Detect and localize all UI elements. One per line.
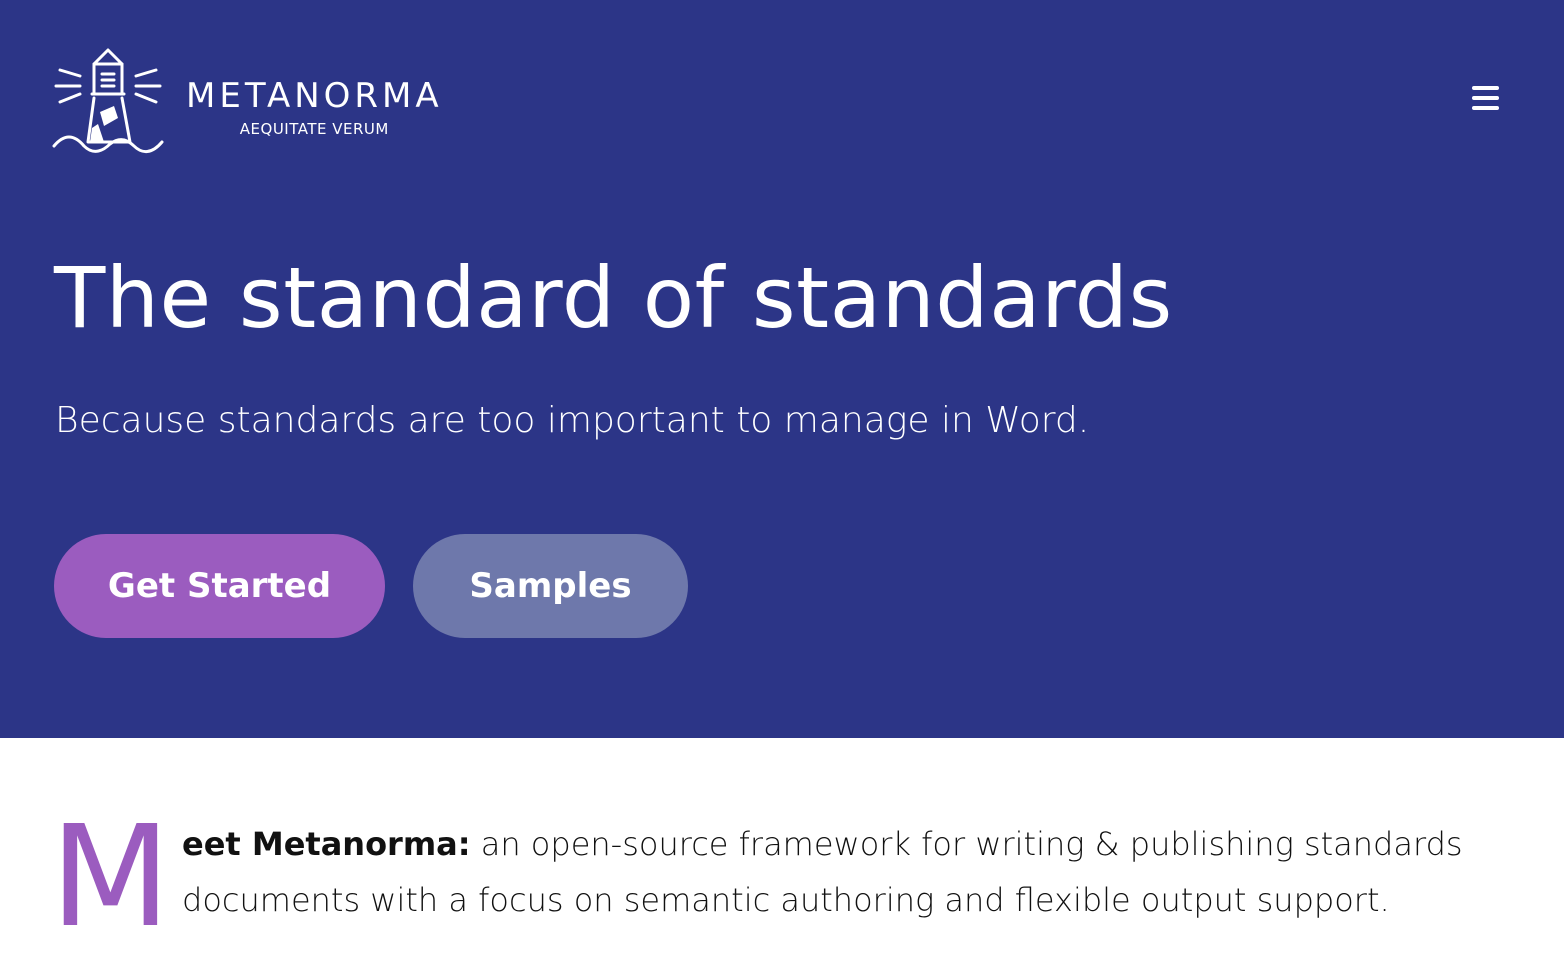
hero-title: The standard of standards bbox=[54, 249, 1173, 347]
hamburger-menu-icon-bar bbox=[1472, 96, 1499, 100]
intro-paragraph: eet Metanorma: an open-source framework … bbox=[182, 816, 1522, 928]
lighthouse-icon bbox=[52, 48, 164, 153]
site-logo[interactable]: METANORMA AEQUITATE VERUM bbox=[52, 46, 443, 156]
samples-button[interactable]: Samples bbox=[413, 534, 688, 638]
hero-section: METANORMA AEQUITATE VERUM The standard o… bbox=[0, 0, 1564, 738]
intro-section: M eet Metanorma: an open-source framewor… bbox=[0, 738, 1564, 960]
hero-subtitle: Because standards are too important to m… bbox=[55, 400, 1090, 441]
logo-name: METANORMA bbox=[186, 76, 443, 116]
logo-text: METANORMA AEQUITATE VERUM bbox=[186, 76, 443, 138]
hamburger-menu-icon-bar bbox=[1472, 106, 1499, 110]
hamburger-menu-icon bbox=[1472, 86, 1499, 90]
hamburger-menu-button[interactable] bbox=[1472, 86, 1502, 114]
drop-cap: M bbox=[50, 796, 171, 959]
logo-tagline: AEQUITATE VERUM bbox=[239, 120, 389, 138]
get-started-button[interactable]: Get Started bbox=[54, 534, 385, 638]
intro-lead: eet Metanorma: bbox=[182, 825, 471, 863]
